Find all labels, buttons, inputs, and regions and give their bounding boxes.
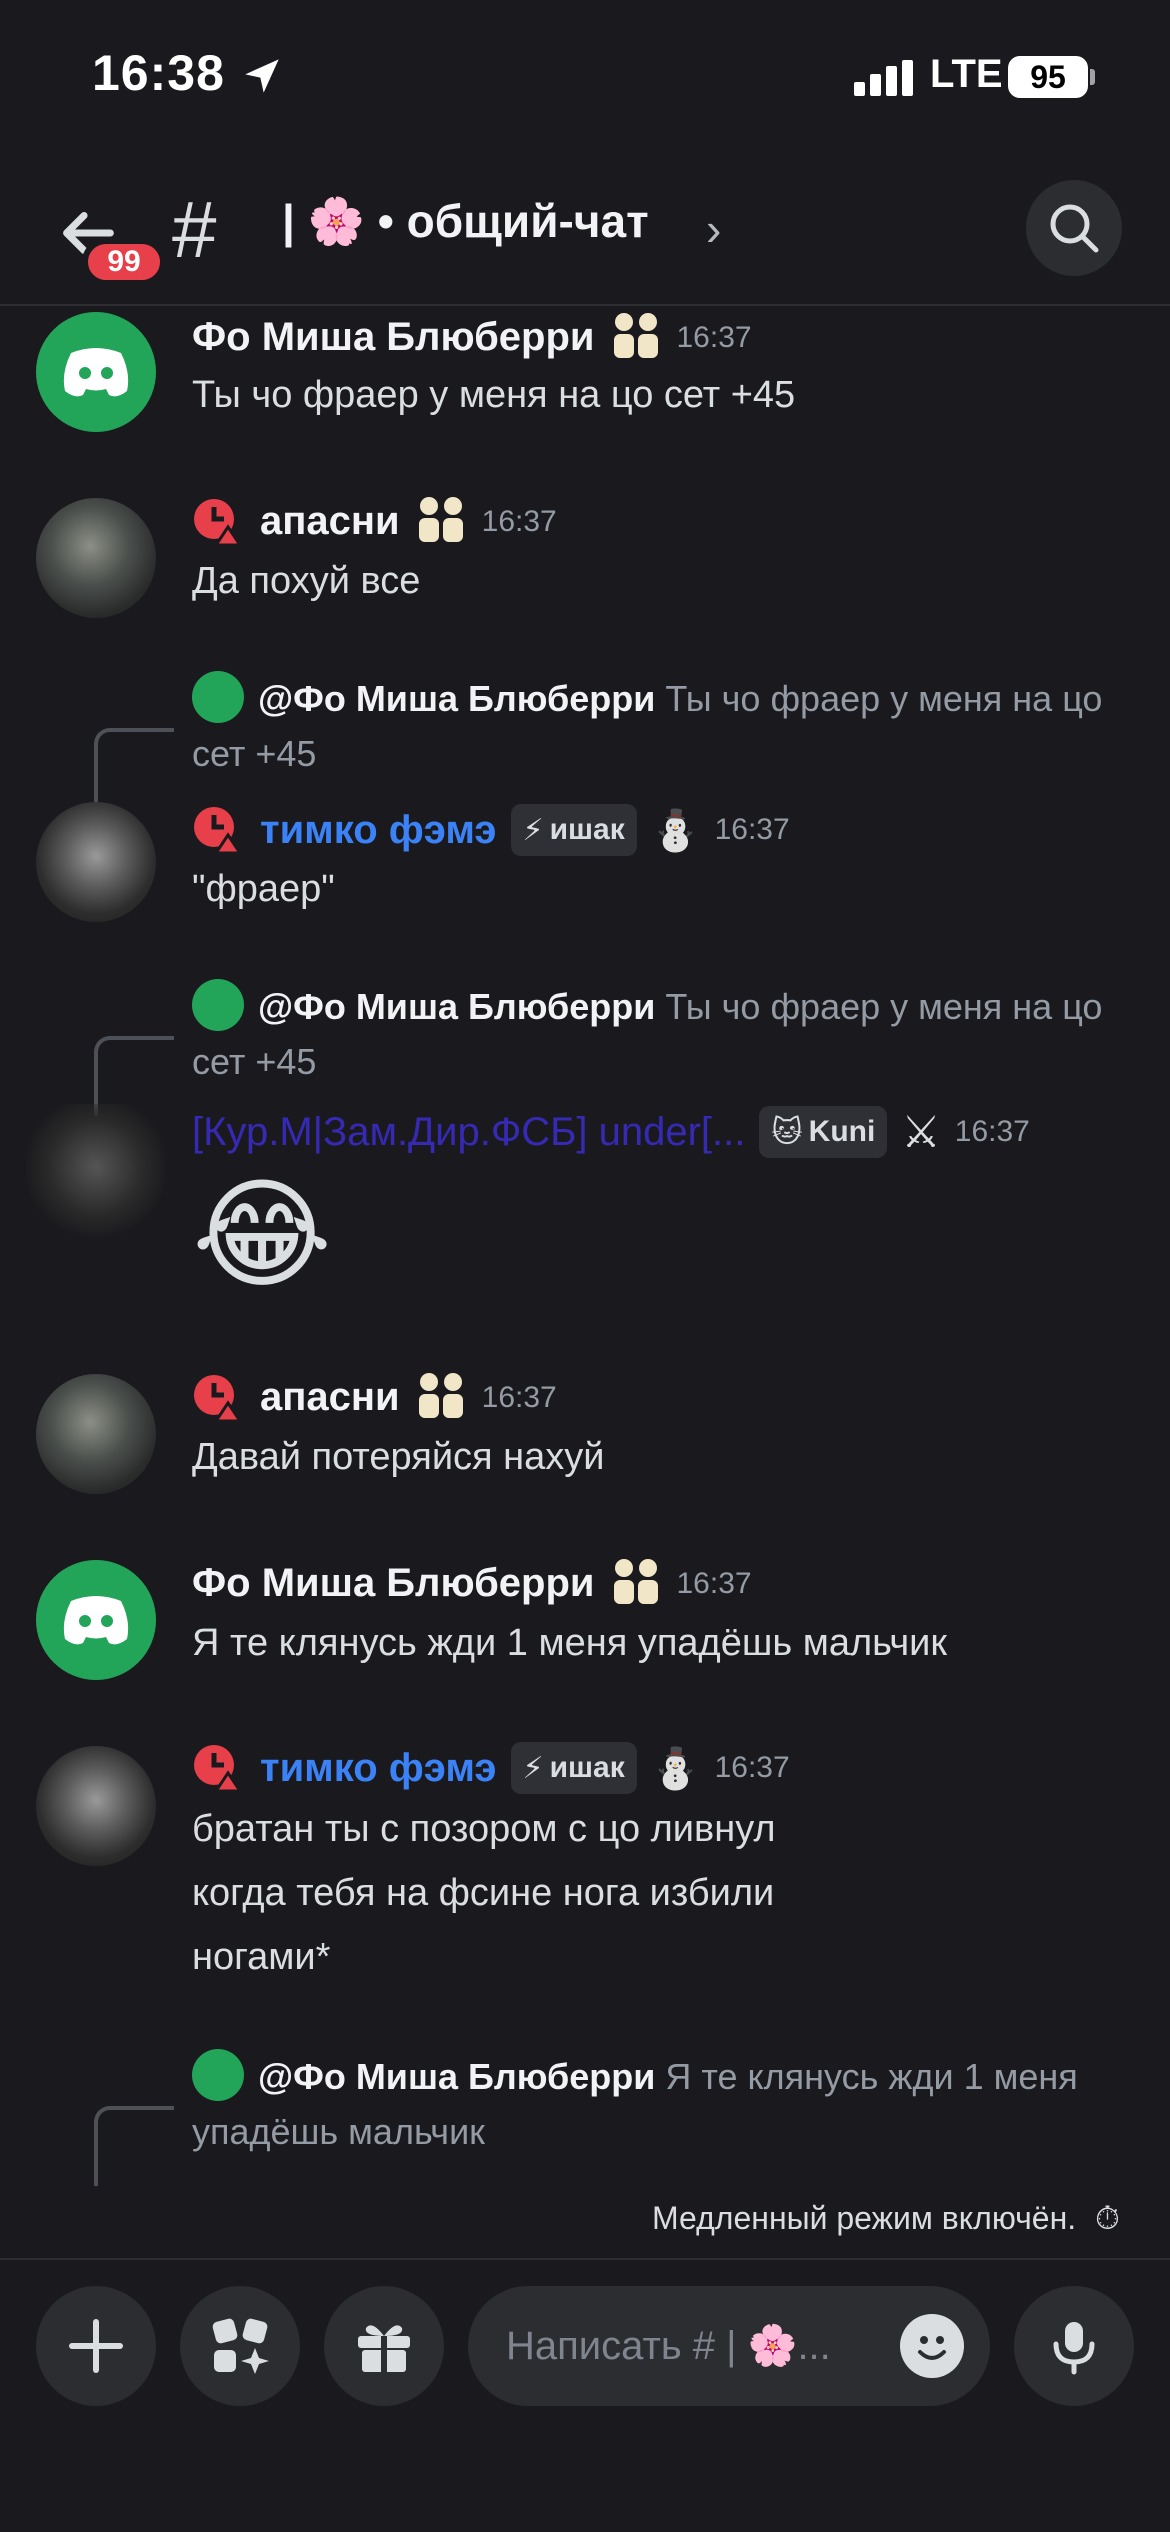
friends-icon: [414, 494, 468, 549]
stopwatch-icon: ⏱: [1095, 2200, 1120, 2236]
author-name[interactable]: Фо Миша Блюберри: [192, 315, 595, 360]
message-input-placeholder: Написать # | 🌸...: [506, 2324, 831, 2368]
message-line: ногами*: [192, 1936, 331, 1978]
reply-avatar: [192, 2049, 244, 2102]
crossed-swords-icon: ⚔: [901, 1107, 941, 1157]
chevron-right-icon[interactable]: ›: [706, 202, 721, 256]
author-name[interactable]: [Кур.М|Зам.Дир.ФСБ] under[...: [192, 1110, 745, 1155]
avatar[interactable]: [36, 1746, 156, 1866]
author-name[interactable]: тимко фэмэ: [260, 808, 497, 853]
signal-bars-icon: [854, 60, 918, 96]
add-button[interactable]: [36, 2286, 156, 2406]
friends-icon: [609, 1556, 663, 1611]
reply-preview[interactable]: @Фо Миша Блюберри Ты чо фраер у меня на …: [192, 671, 1132, 781]
timeout-icon: [192, 1743, 243, 1793]
battery-indicator: 95: [1008, 56, 1088, 98]
author-name[interactable]: апасни: [260, 499, 400, 544]
location-arrow-icon: [245, 59, 279, 93]
reply-preview[interactable]: @Фо Миша Блюберри Ты чо фраер у меня на …: [192, 979, 1132, 1089]
timestamp: 16:37: [714, 1751, 790, 1784]
status-bar: 16:38 LTE 95: [0, 0, 1170, 150]
reply-author: @Фо Миша Блюберри: [258, 678, 656, 719]
apps-button[interactable]: [180, 2286, 300, 2406]
microphone-icon: [1053, 2322, 1095, 2375]
message-line: братан ты с позором с цо ливнул: [192, 1808, 776, 1850]
slow-mode-notice: Медленный режим включён. ⏱: [652, 2200, 1120, 2238]
message-input[interactable]: Написать # | 🌸...: [468, 2286, 990, 2406]
timestamp: 16:37: [714, 813, 790, 846]
avatar[interactable]: [36, 312, 156, 432]
search-button[interactable]: [1026, 180, 1122, 276]
author-name[interactable]: апасни: [260, 1375, 400, 1420]
lightning-icon: ⚡: [522, 813, 544, 847]
message-text: "фраер": [192, 868, 335, 910]
timeout-icon: [192, 497, 243, 547]
author-name[interactable]: Фо Миша Блюберри: [192, 1561, 595, 1606]
timestamp: 16:37: [676, 320, 752, 354]
timestamp: 16:37: [481, 1380, 557, 1414]
timestamp: 16:37: [676, 1566, 752, 1600]
message-list[interactable]: Фо Миша Блюберри 16:37 Ты чо фраер у мен…: [0, 308, 1170, 2188]
channel-header: 99 # | 🌸 • общий-чат ›: [0, 150, 1170, 306]
smiley-icon: [918, 2336, 946, 2360]
battery-cap: [1090, 69, 1095, 85]
message-text: Да похуй все: [192, 560, 421, 602]
apps-sparkle-icon: [212, 2318, 269, 2374]
timeout-icon: [192, 1373, 243, 1423]
role-tag-label: ишак: [549, 813, 625, 846]
status-time: 16:38: [92, 45, 225, 101]
plus-icon: [69, 2319, 123, 2373]
network-label: LTE: [930, 52, 1003, 96]
reply-author: @Фо Миша Блюберри: [258, 986, 656, 1027]
discord-logo-icon: [63, 348, 129, 397]
author-name[interactable]: тимко фэмэ: [260, 1746, 497, 1791]
avatar-with-wings[interactable]: [26, 1104, 166, 1244]
search-icon: [1050, 204, 1099, 253]
gift-icon: [358, 2325, 410, 2372]
cat-icon: 🐱: [771, 1115, 803, 1149]
reply-connector: [94, 2106, 174, 2186]
message-emoji: 😂: [192, 1168, 333, 1302]
role-tag-label: ишак: [549, 1751, 625, 1784]
discord-logo-icon: [63, 1596, 129, 1645]
reply-preview[interactable]: @Фо Миша Блюберри Я те клянусь жди 1 мен…: [192, 2049, 1132, 2159]
role-tag-label: Kuni: [808, 1115, 876, 1148]
role-tag: ⚡ ишак: [510, 1742, 637, 1794]
channel-title[interactable]: | 🌸 • общий-чат: [282, 194, 649, 249]
avatar[interactable]: [36, 1374, 156, 1494]
message-text: Ты чо фраер у меня на цо сет +45: [192, 374, 796, 416]
lightning-icon: ⚡: [522, 1751, 544, 1785]
role-tag: ⚡ ишак: [510, 804, 637, 856]
reply-avatar: [192, 671, 244, 724]
snowman-icon: ⛄: [650, 1746, 701, 1791]
timeout-icon: [192, 805, 243, 855]
emoji-button[interactable]: [900, 2314, 964, 2378]
hash-icon: #: [172, 185, 217, 274]
timestamp: 16:37: [481, 504, 557, 538]
friends-icon: [414, 1370, 468, 1425]
composer-bar: Написать # | 🌸...: [0, 2258, 1170, 2532]
avatar[interactable]: [36, 802, 156, 922]
reply-author: @Фо Миша Блюберри: [258, 2056, 656, 2097]
reply-avatar: [192, 979, 244, 1032]
slow-mode-text: Медленный режим включён.: [652, 2200, 1077, 2236]
gift-button[interactable]: [324, 2286, 444, 2406]
snowman-icon: ⛄: [650, 808, 701, 853]
message-line: когда тебя на фсине нога избили: [192, 1872, 775, 1914]
voice-message-button[interactable]: [1014, 2286, 1134, 2406]
reply-connector: [94, 728, 174, 808]
avatar[interactable]: [36, 1560, 156, 1680]
message-text: Я те клянусь жди 1 меня упадёшь мальчик: [192, 1622, 948, 1664]
unread-badge: 99: [82, 238, 166, 286]
avatar[interactable]: [36, 498, 156, 618]
role-tag: 🐱 Kuni: [759, 1106, 888, 1158]
timestamp: 16:37: [954, 1115, 1030, 1148]
message-text: Давай потеряйся нахуй: [192, 1436, 605, 1478]
friends-icon: [609, 310, 663, 365]
